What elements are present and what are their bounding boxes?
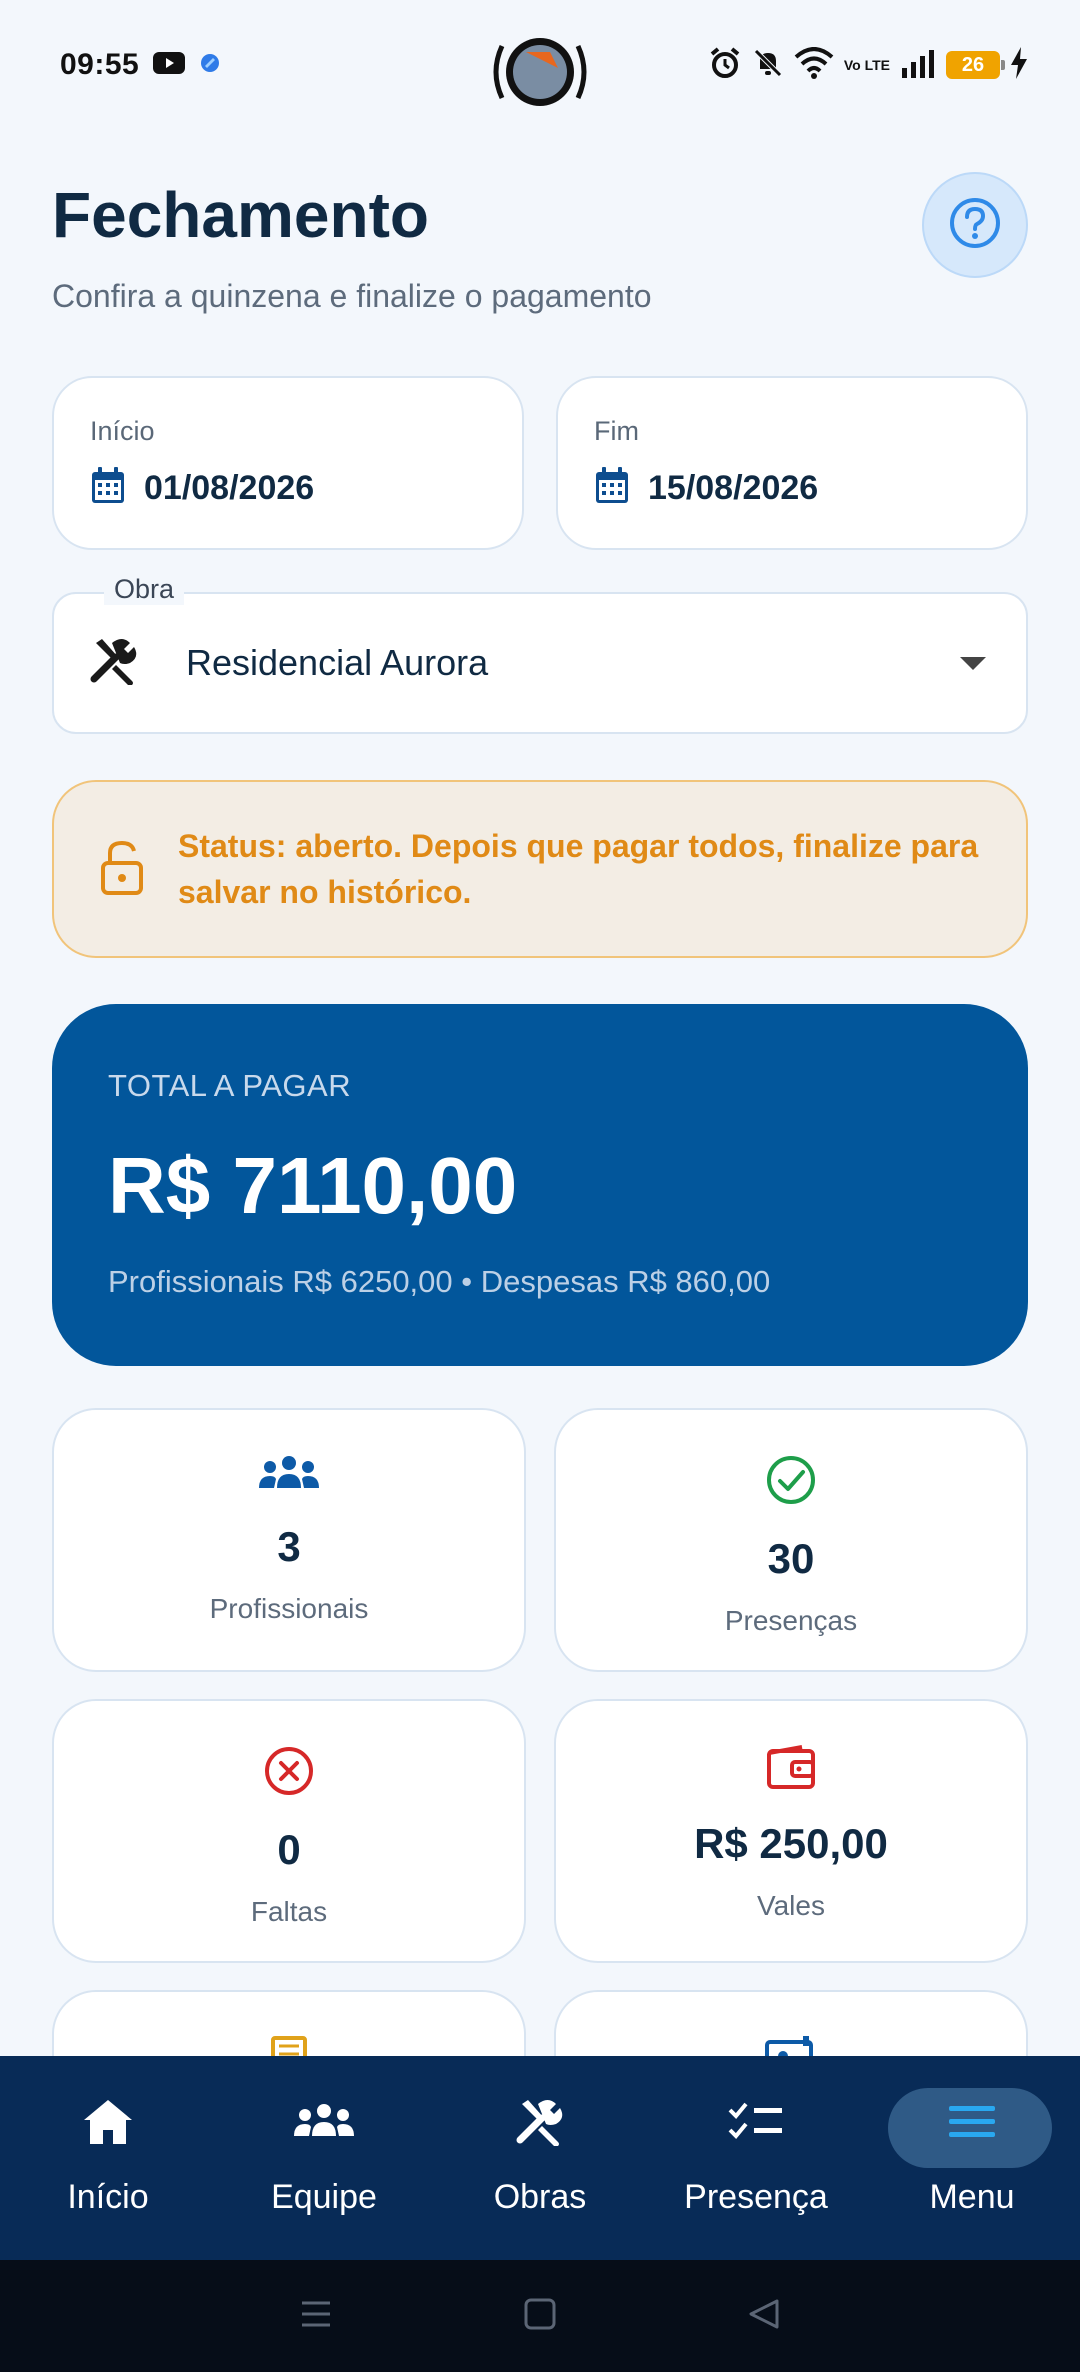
nav-label: Obras <box>493 2178 587 2216</box>
stat-card-vales: R$ 250,00 Vales <box>554 1699 1028 1963</box>
people-icon <box>293 2092 355 2152</box>
bell-muted-icon <box>752 47 784 84</box>
total-breakdown: Profissionais R$ 6250,00 • Despesas R$ 8… <box>108 1264 771 1299</box>
charging-icon <box>1010 46 1028 84</box>
stat-label: Vales <box>757 1890 825 1921</box>
menu-icon <box>947 2092 997 2152</box>
start-date-label: Início <box>90 416 155 446</box>
help-button[interactable] <box>922 172 1028 278</box>
total-value: R$ 7110,00 <box>108 1141 518 1230</box>
nav-label: Início <box>67 2178 149 2216</box>
obra-select[interactable]: Obra Residencial Aurora <box>52 574 1028 734</box>
wallet-icon <box>766 1745 816 1796</box>
calendar-icon <box>90 467 126 510</box>
nav-item-equipe[interactable]: Equipe <box>216 2056 432 2260</box>
battery-indicator: 26 <box>946 51 1005 79</box>
stat-label: Presenças <box>724 1605 858 1636</box>
app-notification-icon <box>199 52 221 79</box>
total-label: TOTAL A PAGAR <box>108 1068 352 1103</box>
end-date-label: Fim <box>594 416 639 446</box>
recent-apps-icon[interactable] <box>299 2297 333 2336</box>
stat-value: 0 <box>277 1826 301 1873</box>
obra-value: Residencial Aurora <box>186 642 489 683</box>
obra-label: Obra <box>104 574 185 605</box>
home-icon <box>82 2092 134 2152</box>
wifi-icon <box>794 46 834 84</box>
nav-label: Menu <box>929 2178 1015 2216</box>
system-nav-bar <box>0 2260 1080 2372</box>
checklist-icon <box>728 2092 784 2152</box>
nav-label: Presença <box>684 2178 828 2216</box>
end-date-field[interactable]: Fim 15/08/2026 <box>556 376 1028 550</box>
stat-label: Profissionais <box>209 1593 369 1624</box>
stat-label: Faltas <box>250 1896 328 1927</box>
nav-item-inicio[interactable]: Início <box>0 2056 216 2260</box>
nav-label: Equipe <box>271 2178 377 2216</box>
stat-value: 30 <box>767 1535 815 1582</box>
nav-item-presenca[interactable]: Presença <box>648 2056 864 2260</box>
tools-icon <box>88 635 140 692</box>
calendar-icon <box>594 467 630 510</box>
status-time: 09:55 <box>60 48 140 81</box>
nav-item-obras[interactable]: Obras <box>432 2056 648 2260</box>
end-date-value: 15/08/2026 <box>648 469 819 507</box>
bottom-nav: Início Equipe Obras Presença Menu <box>0 2056 1080 2260</box>
start-date-value: 01/08/2026 <box>144 469 315 507</box>
alarm-icon <box>708 46 742 85</box>
home-button-icon[interactable] <box>523 2297 557 2336</box>
stat-card-profissionais: 3 Profissionais <box>52 1408 526 1672</box>
people-icon <box>258 1454 320 1499</box>
nav-item-menu[interactable]: Menu <box>864 2056 1080 2260</box>
stat-card-faltas: 0 Faltas <box>52 1699 526 1963</box>
check-circle-icon <box>765 1454 817 1511</box>
signal-icon <box>900 48 936 83</box>
help-icon <box>948 196 1002 255</box>
front-camera-indicator <box>488 34 592 110</box>
x-circle-icon <box>263 1745 315 1802</box>
stat-value: R$ 250,00 <box>694 1820 888 1867</box>
page-title: Fechamento <box>52 179 429 251</box>
chevron-down-icon <box>960 656 986 670</box>
total-card: TOTAL A PAGAR R$ 7110,00 Profissionais R… <box>52 1004 1028 1366</box>
lock-open-icon <box>100 839 144 900</box>
tools-icon <box>514 2092 566 2152</box>
volte-indicator: Vo LTE <box>843 57 890 73</box>
start-date-field[interactable]: Início 01/08/2026 <box>52 376 524 550</box>
back-icon[interactable] <box>747 2297 781 2336</box>
stat-value: 3 <box>277 1523 301 1570</box>
page-subtitle: Confira a quinzena e finalize o pagament… <box>52 278 652 314</box>
youtube-icon <box>153 51 186 79</box>
status-alert: Status: aberto. Depois que pagar todos, … <box>52 780 1028 958</box>
status-bar: 09:55 Vo LTE 26 <box>0 0 1080 130</box>
status-alert-text: Status: aberto. Depois que pagar todos, … <box>178 828 979 910</box>
stat-card-presencas: 30 Presenças <box>554 1408 1028 1672</box>
